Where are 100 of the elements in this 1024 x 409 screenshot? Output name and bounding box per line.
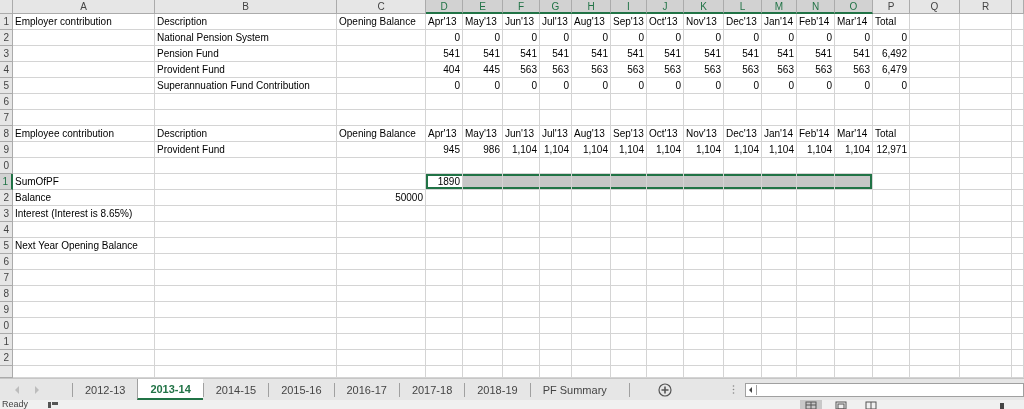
column-header[interactable]: R — [960, 0, 1012, 14]
table-cell — [873, 190, 910, 206]
column-header[interactable]: G — [540, 0, 572, 14]
table-cell: 1,104 — [797, 142, 835, 158]
table-cell — [463, 110, 503, 126]
sheet-tab[interactable]: PF Summary — [529, 382, 630, 397]
table-cell — [503, 222, 540, 238]
column-header[interactable]: Q — [910, 0, 960, 14]
table-cell — [762, 318, 797, 334]
row-header[interactable]: 3 — [0, 46, 13, 62]
table-cell — [647, 270, 684, 286]
column-header[interactable]: B — [155, 0, 337, 14]
table-cell — [1012, 142, 1024, 158]
table-cell: 541 — [463, 46, 503, 62]
row-header[interactable]: 1 — [0, 14, 13, 30]
column-header[interactable]: I — [611, 0, 647, 14]
table-cell: Mar'14 — [835, 14, 873, 30]
table-cell — [910, 238, 960, 254]
row-header[interactable]: 6 — [0, 94, 13, 110]
column-header[interactable]: F — [503, 0, 540, 14]
row-header[interactable]: 0 — [0, 318, 13, 334]
add-sheet-icon[interactable] — [657, 382, 672, 397]
row-header[interactable]: 9 — [0, 302, 13, 318]
column-header[interactable]: N — [797, 0, 835, 14]
row-header[interactable]: 2 — [0, 30, 13, 46]
table-cell — [572, 350, 611, 366]
horizontal-scrollbar[interactable] — [744, 382, 1024, 397]
table-cell — [611, 190, 647, 206]
sheet-tab[interactable]: 2018-19 — [464, 382, 530, 397]
table-cell — [873, 350, 910, 366]
table-cell — [960, 350, 1012, 366]
column-header[interactable]: D — [426, 0, 463, 14]
sheet-tab[interactable]: 2017-18 — [398, 382, 465, 397]
row-header[interactable]: 5 — [0, 78, 13, 94]
row-header[interactable]: 2 — [0, 350, 13, 366]
table-cell: Jun'13 — [503, 126, 540, 142]
row-header[interactable]: 9 — [0, 142, 13, 158]
zoom-slider-icon[interactable] — [1000, 403, 1004, 409]
table-cell — [910, 94, 960, 110]
table-cell — [684, 350, 724, 366]
row-header[interactable]: 2 — [0, 190, 13, 206]
column-header[interactable]: L — [724, 0, 762, 14]
row-header[interactable]: 4 — [0, 222, 13, 238]
column-header[interactable]: E — [463, 0, 503, 14]
table-cell — [960, 190, 1012, 206]
macro-record-icon[interactable] — [48, 402, 58, 408]
previous-sheet-icon[interactable] — [14, 385, 20, 394]
row-header[interactable]: 1 — [0, 334, 13, 350]
column-header[interactable]: K — [684, 0, 724, 14]
row-header[interactable]: 0 — [0, 158, 13, 174]
column-header[interactable]: J — [647, 0, 684, 14]
normal-view-icon[interactable] — [800, 400, 822, 409]
row-header[interactable]: 3 — [0, 206, 13, 222]
table-cell: 563 — [797, 62, 835, 78]
column-header[interactable]: A — [13, 0, 155, 14]
table-cell — [873, 206, 910, 222]
column-header[interactable]: M — [762, 0, 797, 14]
table-cell — [762, 222, 797, 238]
table-cell: 1,104 — [503, 142, 540, 158]
table-cell — [724, 190, 762, 206]
sheet-tab[interactable]: 2014-15 — [202, 382, 269, 397]
sheet-tab[interactable]: 2013-14 — [137, 379, 203, 400]
column-header[interactable]: H — [572, 0, 611, 14]
table-cell — [1012, 350, 1024, 366]
column-header[interactable] — [1012, 0, 1024, 14]
table-cell — [503, 206, 540, 222]
table-cell — [572, 190, 611, 206]
table-cell: Provident Fund — [155, 142, 337, 158]
row-header[interactable]: 5 — [0, 238, 13, 254]
row-header[interactable]: 8 — [0, 286, 13, 302]
row-header[interactable]: 8 — [0, 126, 13, 142]
table-cell — [647, 190, 684, 206]
row-header[interactable]: 6 — [0, 254, 13, 270]
row-header[interactable] — [0, 366, 13, 378]
table-cell — [724, 254, 762, 270]
table-cell — [910, 158, 960, 174]
next-sheet-icon[interactable] — [34, 385, 40, 394]
table-cell — [873, 318, 910, 334]
table-cell: Opening Balance — [337, 126, 426, 142]
table-cell: Description — [155, 14, 337, 30]
sheet-tab[interactable]: 2015-16 — [268, 382, 334, 397]
table-cell — [873, 270, 910, 286]
table-cell — [835, 190, 873, 206]
row-header[interactable]: 7 — [0, 270, 13, 286]
sheet-tab[interactable]: 2016-17 — [333, 382, 399, 397]
table-cell — [426, 350, 463, 366]
column-header[interactable]: P — [873, 0, 910, 14]
table-cell — [540, 222, 572, 238]
table-cell — [426, 94, 463, 110]
row-header[interactable]: 7 — [0, 110, 13, 126]
select-all-corner[interactable] — [0, 0, 13, 14]
row-header[interactable]: 1 — [0, 174, 13, 190]
row-header[interactable]: 4 — [0, 62, 13, 78]
splitter-icon[interactable] — [731, 385, 735, 394]
table-cell — [910, 350, 960, 366]
column-header[interactable]: C — [337, 0, 426, 14]
table-cell — [540, 206, 572, 222]
column-header[interactable]: O — [835, 0, 873, 14]
table-cell: Provident Fund — [155, 62, 337, 78]
table-cell — [684, 334, 724, 350]
